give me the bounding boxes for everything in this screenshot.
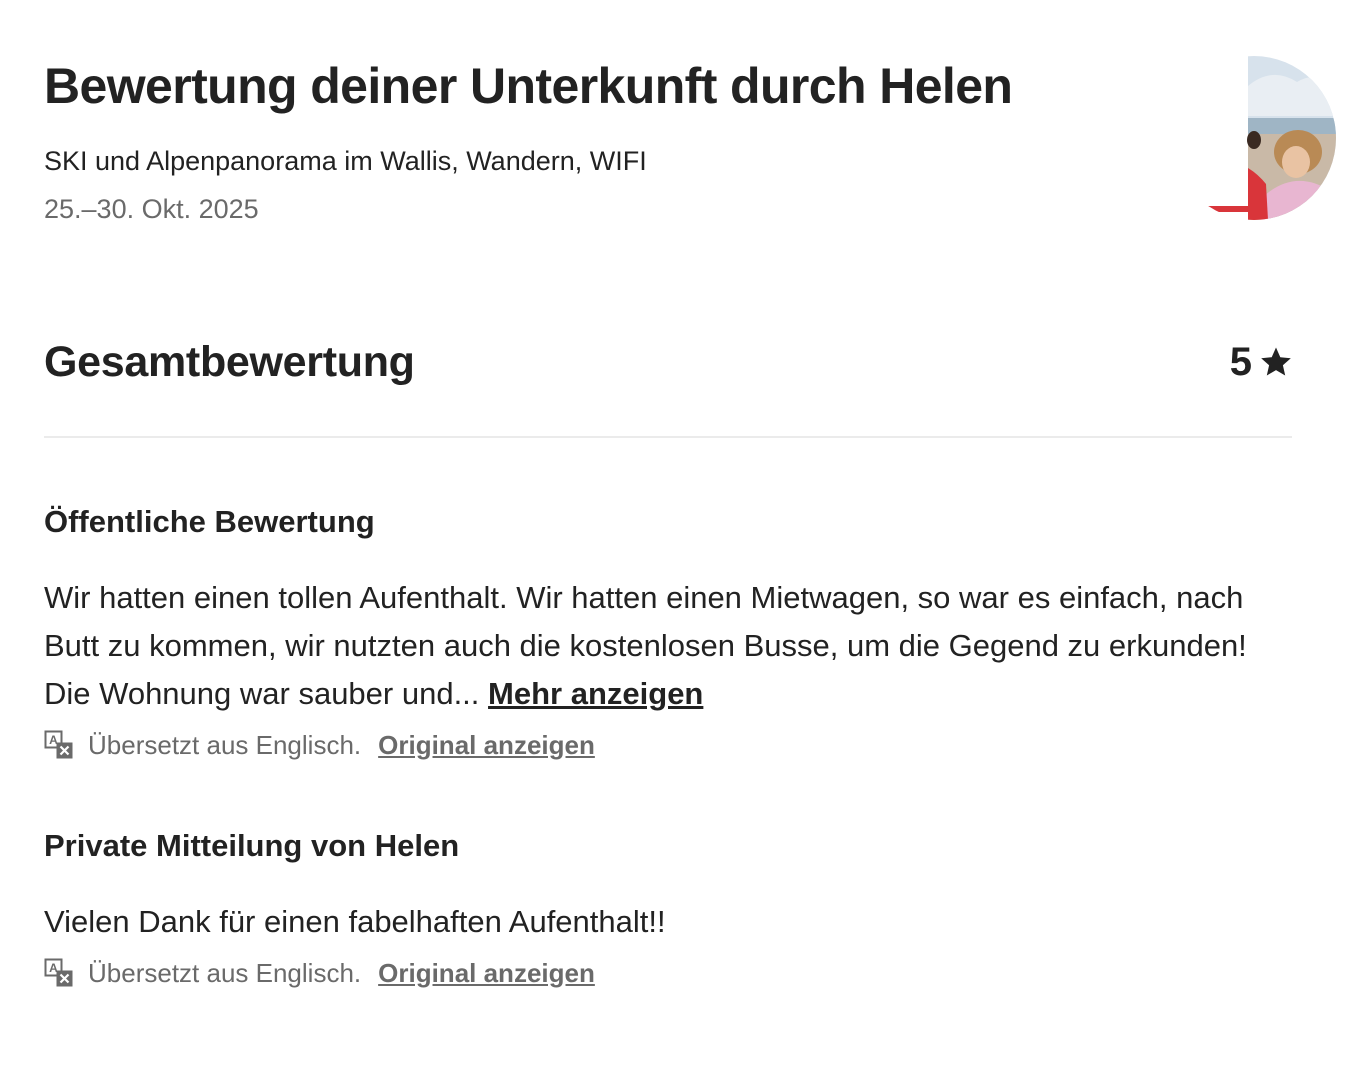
review-page: Bewertung deiner Unterkunft durch Helen … bbox=[44, 0, 1336, 1076]
show-original-link[interactable]: Original anzeigen bbox=[378, 956, 595, 990]
translate-icon: A bbox=[44, 958, 73, 987]
private-message-text: Vielen Dank für einen fabelhaften Aufent… bbox=[44, 904, 666, 939]
public-review-translation: A Übersetzt aus Englisch. Original anzei… bbox=[44, 728, 595, 762]
overall-rating-label: Gesamtbewertung bbox=[44, 338, 415, 386]
translate-icon: A bbox=[44, 730, 73, 759]
show-more-link[interactable]: Mehr anzeigen bbox=[488, 676, 703, 711]
show-original-link[interactable]: Original anzeigen bbox=[378, 728, 595, 762]
avatar[interactable] bbox=[1172, 56, 1336, 220]
translation-note: Übersetzt aus Englisch. bbox=[88, 958, 362, 988]
divider bbox=[44, 436, 1292, 438]
listing-name: SKI und Alpenpanorama im Wallis, Wandern… bbox=[44, 146, 647, 176]
overall-rating-value: 5 bbox=[1229, 340, 1252, 384]
stay-dates: 25.–30. Okt. 2025 bbox=[44, 194, 259, 224]
avatar-photo bbox=[1172, 56, 1336, 220]
translation-note: Übersetzt aus Englisch. bbox=[88, 730, 362, 760]
star-icon bbox=[1261, 347, 1291, 376]
private-message-translation: A Übersetzt aus Englisch. Original anzei… bbox=[44, 956, 595, 990]
overall-rating: 5 bbox=[1230, 330, 1292, 394]
private-message-heading: Private Mitteilung von Helen bbox=[44, 828, 460, 863]
public-review-heading: Öffentliche Bewertung bbox=[44, 504, 375, 539]
public-review-text: Wir hatten einen tollen Aufenthalt. Wir … bbox=[44, 574, 1292, 718]
page-title: Bewertung deiner Unterkunft durch Helen bbox=[44, 58, 1013, 114]
overall-rating-row: Gesamtbewertung 5 bbox=[44, 330, 1292, 394]
